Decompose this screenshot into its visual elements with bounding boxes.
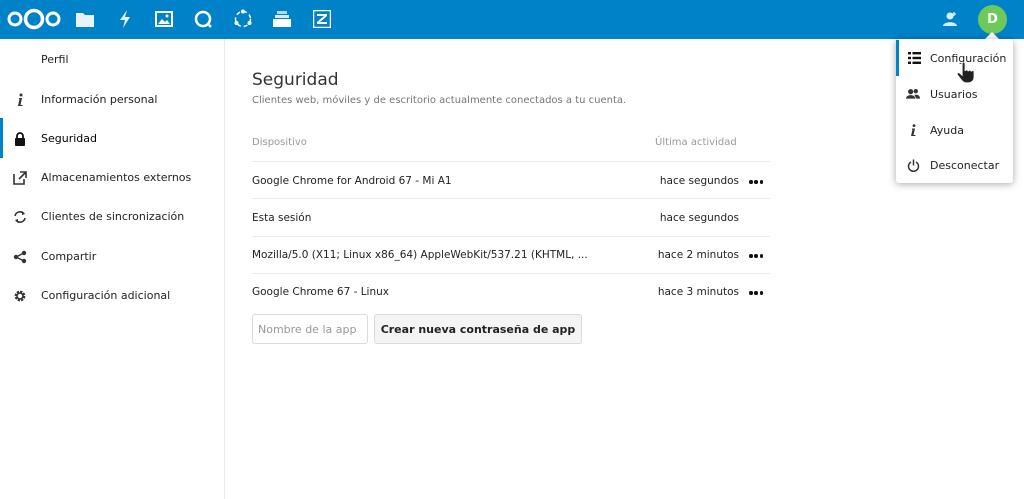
circles-icon[interactable] <box>232 8 254 30</box>
sidebar-item-compartir[interactable]: Compartir <box>0 236 224 276</box>
zammad-icon[interactable] <box>311 8 333 30</box>
app-name-input[interactable] <box>252 314 368 344</box>
more-options-icon[interactable] <box>749 289 763 297</box>
menu-item-label: Desconectar <box>930 158 1000 172</box>
gallery-icon[interactable] <box>153 8 175 30</box>
sidebar-item-label: Seguridad <box>41 131 97 145</box>
table-divider <box>252 236 770 237</box>
column-header-last-activity: Última actividad <box>655 137 737 148</box>
more-options-icon[interactable] <box>749 178 763 186</box>
menu-item-configuracion[interactable]: Configuración <box>896 40 1013 76</box>
page-title: Seguridad <box>252 70 339 90</box>
device-name: Google Chrome for Android 67 - Mi A1 <box>252 175 452 187</box>
avatar[interactable]: D <box>978 5 1007 34</box>
last-activity: hace segundos <box>659 175 739 187</box>
contacts-menu-icon[interactable] <box>940 9 960 29</box>
sync-icon <box>12 209 28 225</box>
external-link-icon <box>12 170 28 186</box>
table-divider <box>252 161 770 162</box>
sidebar-section-title: Perfil <box>41 52 69 66</box>
menu-item-label: Usuarios <box>930 87 978 101</box>
sidebar-item-configuracion-adicional[interactable]: Configuración adicional <box>0 275 224 315</box>
deck-icon[interactable] <box>271 8 293 30</box>
device-name: Esta sesión <box>252 212 312 224</box>
menu-item-desconectar[interactable]: Desconectar <box>896 147 1013 183</box>
menu-item-ayuda[interactable]: Ayuda <box>896 112 1013 148</box>
pointer-cursor-icon <box>956 62 975 84</box>
create-app-password-button[interactable]: Crear nueva contraseña de app <box>374 314 582 344</box>
page-description: Clientes web, móviles y de escritorio ac… <box>252 95 627 106</box>
lock-icon <box>12 131 28 147</box>
last-activity: hace segundos <box>659 212 739 224</box>
menu-item-label: Ayuda <box>930 123 964 137</box>
table-divider <box>252 273 770 274</box>
info-icon <box>906 123 920 137</box>
sidebar-item-label: Información personal <box>41 92 158 106</box>
device-name: Google Chrome 67 - Linux <box>252 286 390 298</box>
nextcloud-logo-icon[interactable] <box>6 7 62 31</box>
users-icon <box>906 87 920 101</box>
sidebar-item-informacion-personal[interactable]: Información personal <box>0 79 224 119</box>
sidebar-item-clientes-sincronizacion[interactable]: Clientes de sincronización <box>0 196 224 236</box>
sidebar-section-perfil: Perfil <box>0 39 224 79</box>
share-icon <box>12 249 28 265</box>
top-header: D <box>0 0 1024 39</box>
activity-icon[interactable] <box>114 8 136 30</box>
column-header-device: Dispositivo <box>252 137 307 148</box>
menu-arrow <box>985 32 999 39</box>
sidebar-item-label: Compartir <box>41 249 97 263</box>
sidebar-item-seguridad[interactable]: Seguridad <box>0 118 224 158</box>
power-icon <box>906 158 920 172</box>
menu-item-usuarios[interactable]: Usuarios <box>896 76 1013 112</box>
sidebar-item-almacenamientos-externos[interactable]: Almacenamientos externos <box>0 157 224 197</box>
sidebar-item-label: Clientes de sincronización <box>41 209 185 223</box>
last-activity: hace 2 minutos <box>657 249 739 261</box>
sidebar-item-label: Configuración adicional <box>41 288 171 302</box>
device-name: Mozilla/5.0 (X11; Linux x86_64) AppleWeb… <box>252 249 588 261</box>
talk-icon[interactable] <box>192 8 214 30</box>
last-activity: hace 3 minutos <box>657 286 739 298</box>
settings-sidebar: Perfil Información personal Seguridad Al… <box>0 39 225 499</box>
more-options-icon[interactable] <box>749 252 763 260</box>
table-divider <box>252 198 770 199</box>
sidebar-item-label: Almacenamientos externos <box>41 170 192 184</box>
files-icon[interactable] <box>74 8 96 30</box>
gear-icon <box>12 288 28 304</box>
settings-list-icon <box>907 51 921 65</box>
info-icon <box>12 92 28 108</box>
user-settings-menu: Configuración Usuarios Ayuda Desconectar <box>896 39 1013 183</box>
